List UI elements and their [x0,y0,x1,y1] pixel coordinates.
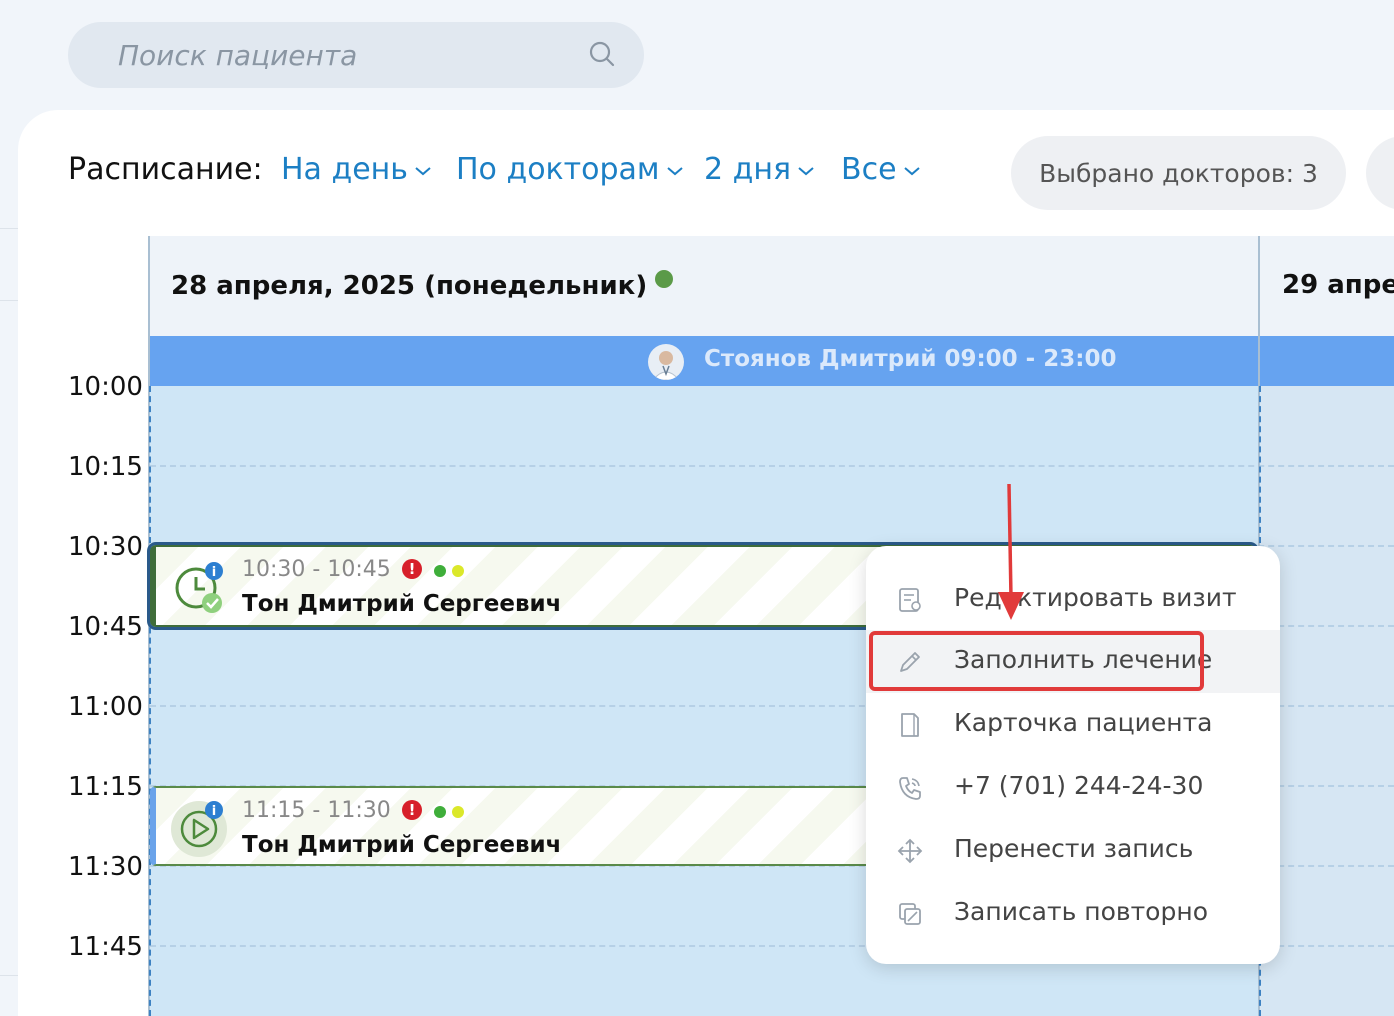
status-dot [434,565,446,577]
view-day-dropdown[interactable]: На день [281,152,432,187]
doctor-shift-bar [1260,336,1394,386]
chevron-down-icon [903,166,920,175]
menu-item-edit-visit[interactable]: Редактировать визит [866,568,1280,631]
menu-item-move[interactable]: Перенести запись [866,819,1280,882]
status-dot [655,270,674,288]
patient-name: Тон Дмитрий Сергеевич [242,591,562,617]
filter-all-dropdown[interactable]: Все [841,152,921,187]
search-input[interactable] [118,22,598,88]
grid-line [150,465,1394,467]
patient-name: Тон Дмитрий Сергеевич [242,832,562,858]
time-label: 10:45 [68,612,143,642]
dropdown-label: Все [841,152,897,187]
appointment-time: 11:15 - 11:30 [242,798,391,823]
time-label: 10:15 [68,452,143,482]
warning-icon: ! [402,800,422,820]
move-icon [897,838,923,864]
appointment-time: 10:30 - 10:45 [242,557,391,582]
avatar [648,344,684,380]
chevron-down-icon [798,166,814,175]
day-column-header: 29 апрел [1260,236,1394,336]
dropdown-label: 2 дня [704,152,792,187]
clock-check-icon: i [175,562,223,613]
menu-item-phone[interactable]: +7 (701) 244-24-30 [866,756,1280,819]
view-by-doctor-dropdown[interactable]: По докторам [456,152,684,187]
selected-doctors-button[interactable]: Выбрано докторов: 3 [1011,136,1346,210]
card-icon [901,713,919,737]
play-icon: i [171,801,227,857]
menu-item-rebook[interactable]: Записать повторно [866,882,1280,945]
column-divider [149,386,151,1016]
warning-icon: ! [402,559,422,579]
doctor-shift-bar: Стоянов Дмитрий 09:00 - 23:00 [150,336,1258,386]
search-icon[interactable] [588,40,616,68]
status-dot [452,565,464,577]
divider [0,228,18,229]
divider [0,975,18,976]
phone-icon [899,777,921,800]
time-label: 11:15 [68,772,143,802]
chevron-down-icon [415,166,431,175]
highlight-box [869,631,1204,691]
context-menu: Редактировать визит Заполнить лечение Ка… [866,546,1280,964]
time-label: 10:00 [68,372,143,402]
day-title: 28 апреля, 2025 (понедельник) [171,271,648,301]
dropdown-label: По докторам [456,152,660,187]
menu-item-patient-card[interactable]: Карточка пациента [866,693,1280,756]
time-label: 11:30 [68,852,143,882]
search-bar[interactable] [68,22,644,88]
menu-item-label: Записать повторно [954,897,1208,926]
schedule-label: Расписание: [68,152,263,187]
time-label: 11:45 [68,932,143,962]
edit-document-icon [899,588,921,612]
status-dot [434,806,446,818]
doctor-shift-label: Стоянов Дмитрий 09:00 - 23:00 [704,346,1117,372]
days-dropdown[interactable]: 2 дня [704,152,815,187]
time-label: 10:30 [68,532,143,562]
copy-icon [899,903,921,925]
dropdown-label: На день [281,152,408,187]
day-column-header: 28 апреля, 2025 (понедельник) [150,236,1258,336]
menu-item-label: Карточка пациента [954,708,1213,737]
menu-item-label: +7 (701) 244-24-30 [954,771,1204,800]
time-label: 11:00 [68,692,143,722]
status-dot [452,806,464,818]
schedule-grid[interactable] [1260,386,1394,1016]
chevron-down-icon [666,166,683,175]
menu-item-label: Перенести запись [954,834,1194,863]
day-title: 29 апрел [1282,270,1394,300]
svg-text:i: i [212,804,216,819]
arrow-down-icon [998,483,1024,620]
divider [0,300,18,301]
svg-text:i: i [212,565,216,580]
